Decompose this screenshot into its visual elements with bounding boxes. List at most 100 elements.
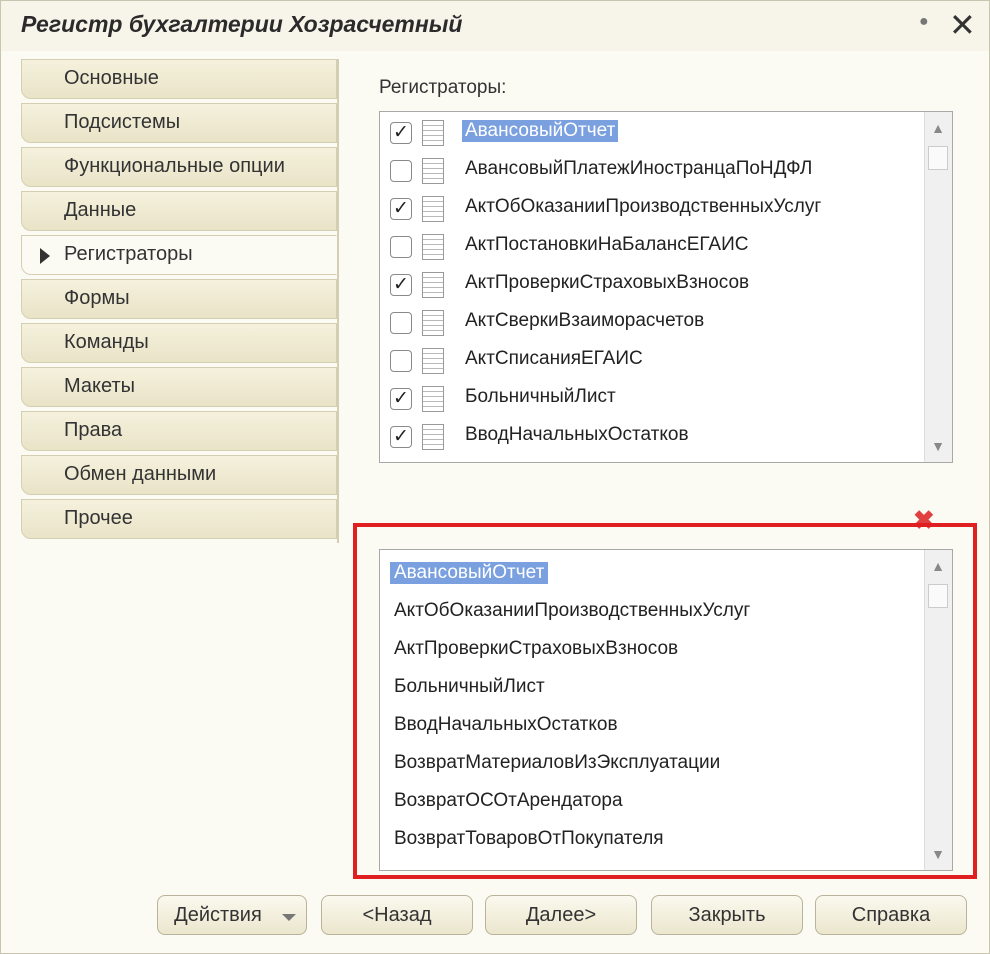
selected-registrator-row[interactable]: АктПроверкиСтраховыхВзносов [380,630,920,668]
nav-item[interactable]: Регистраторы [21,235,337,275]
registrator-name: АктПроверкиСтраховыхВзносов [465,272,750,293]
nav-item-label: Данные [64,199,137,221]
selected-registrator-row[interactable]: БольничныйЛист [380,668,920,706]
registrator-name: БольничныйЛист [465,386,616,407]
selected-registrator-name: БольничныйЛист [394,676,545,697]
nav-item[interactable]: Формы [21,279,337,319]
nav-item[interactable]: Обмен данными [21,455,337,495]
selected-registrator-name: ВозвратМатериаловИзЭксплуатации [394,752,721,773]
nav-item-label: Подсистемы [64,111,181,133]
nav-item-label: Функциональные опции [64,155,285,177]
selected-registrators-list[interactable]: ▲ ▼ АвансовыйОтчет АктОбОказанииПроизводс… [379,549,953,871]
dialog-window: Регистр бухгалтерии Хозрасчетный ● ✕ Осн… [0,0,990,954]
help-button[interactable]: Справка [815,895,967,935]
selected-registrator-row[interactable]: ВозвратОСОтАрендатора [380,782,920,820]
document-icon [422,234,444,260]
registrator-row[interactable]: ✓ АктОбОказанииПроизводственныхУслуг [380,190,920,228]
registrator-checkbox[interactable]: ✓ [390,274,412,296]
actions-button[interactable]: Действия [157,895,307,935]
document-icon [422,120,444,146]
registrator-row[interactable]: АктСписанияЕГАИС [380,342,920,380]
nav-item-label: Основные [64,67,159,89]
next-button[interactable]: Далее> [485,895,637,935]
registrator-checkbox[interactable] [390,160,412,182]
registrator-row[interactable]: АктПостановкиНаБалансЕГАИС [380,228,920,266]
registrator-name: АктСверкиВзаиморасчетов [465,310,705,331]
current-section-arrow-icon [40,248,50,264]
registrator-row[interactable]: ✓ ВводНачальныхОстатков [380,418,920,456]
registrator-row[interactable]: АвансовыйПлатежИностранцаПоНДФЛ [380,152,920,190]
title-bar: Регистр бухгалтерии Хозрасчетный ● ✕ [1,1,989,51]
document-icon [422,310,444,336]
registrator-checkbox[interactable]: ✓ [390,426,412,448]
back-button[interactable]: <Назад [321,895,473,935]
scroll-down-icon[interactable]: ▼ [928,434,948,458]
nav-item[interactable]: Права [21,411,337,451]
scroll-thumb[interactable] [928,584,948,608]
registrator-checkbox[interactable]: ✓ [390,388,412,410]
registrator-checkbox[interactable] [390,236,412,258]
close-icon[interactable]: ✕ [949,5,976,45]
registrators-scrollbar[interactable]: ▲ ▼ [924,112,952,462]
selected-registrator-row[interactable]: ВозвратТоваровОтПокупателя [380,820,920,858]
document-icon [422,196,444,222]
registrators-label: Регистраторы: [379,77,507,98]
nav-item[interactable]: Макеты [21,367,337,407]
nav-item[interactable]: Подсистемы [21,103,337,143]
selected-registrator-row[interactable]: ВводНачальныхОстатков [380,706,920,744]
selected-registrator-name: ВозвратТоваровОтПокупателя [394,828,664,849]
registrator-name: АктОбОказанииПроизводственныхУслуг [465,196,822,217]
nav-item[interactable]: Основные [21,59,337,99]
nav-item-label: Макеты [64,375,135,397]
nav-item[interactable]: Команды [21,323,337,363]
panel-divider [337,59,339,543]
nav-item[interactable]: Прочее [21,499,337,539]
nav-item-label: Команды [64,331,149,353]
registrator-checkbox[interactable] [390,350,412,372]
registrator-name: ВводНачальныхОстатков [465,424,689,445]
registrator-row[interactable]: АктСверкиВзаиморасчетов [380,304,920,342]
registrator-row[interactable]: ✓ АктПроверкиСтраховыхВзносов [380,266,920,304]
registrator-checkbox[interactable]: ✓ [390,198,412,220]
actions-button-label: Действия [174,904,262,926]
window-title: Регистр бухгалтерии Хозрасчетный [21,11,463,37]
document-icon [422,348,444,374]
selected-registrator-name: ВозвратОСОтАрендатора [394,790,623,811]
nav-item-label: Права [64,419,123,441]
selected-registrator-name: АктПроверкиСтраховыхВзносов [394,638,679,659]
scroll-up-icon[interactable]: ▲ [928,554,948,578]
registrators-list[interactable]: ▲ ▼ ✓ АвансовыйОтчет АвансовыйПлатежИностр… [379,111,953,463]
nav-item-label: Прочее [64,507,133,529]
document-icon [422,424,444,450]
nav-item[interactable]: Данные [21,191,337,231]
scroll-down-icon[interactable]: ▼ [928,842,948,866]
nav-item-label: Формы [64,287,130,309]
pin-icon[interactable]: ● [919,13,929,31]
nav-item[interactable]: Функциональные опции [21,147,337,187]
scroll-up-icon[interactable]: ▲ [928,116,948,140]
selected-registrator-name: АвансовыйОтчет [390,562,549,584]
selected-registrator-row[interactable]: АвансовыйОтчет [380,554,920,592]
selected-registrator-name: ВводНачальныхОстатков [394,714,618,735]
selected-registrator-name: АктОбОказанииПроизводственныхУслуг [394,600,751,621]
registrator-row[interactable]: ✓ БольничныйЛист [380,380,920,418]
document-icon [422,272,444,298]
registrator-name: АвансовыйПлатежИностранцаПоНДФЛ [465,158,813,179]
nav-item-label: Обмен данными [64,463,217,485]
registrator-name: АктСписанияЕГАИС [465,348,643,369]
registrator-checkbox[interactable]: ✓ [390,122,412,144]
chevron-down-icon [282,914,296,921]
scroll-thumb[interactable] [928,146,948,170]
registrator-row[interactable]: ✓ АвансовыйОтчет [380,114,920,152]
selected-list-scrollbar[interactable]: ▲ ▼ [924,550,952,870]
registrator-name: АвансовыйОтчет [462,120,619,142]
registrator-checkbox[interactable] [390,312,412,334]
nav-item-label: Регистраторы [64,243,193,265]
section-nav: Основные Подсистемы Функциональные опции Да… [21,59,339,543]
selected-registrator-row[interactable]: АктОбОказанииПроизводственныхУслуг [380,592,920,630]
document-icon [422,158,444,184]
close-button[interactable]: Закрыть [651,895,803,935]
selected-registrator-row[interactable]: ВозвратМатериаловИзЭксплуатации [380,744,920,782]
document-icon [422,386,444,412]
registrator-name: АктПостановкиНаБалансЕГАИС [465,234,749,255]
